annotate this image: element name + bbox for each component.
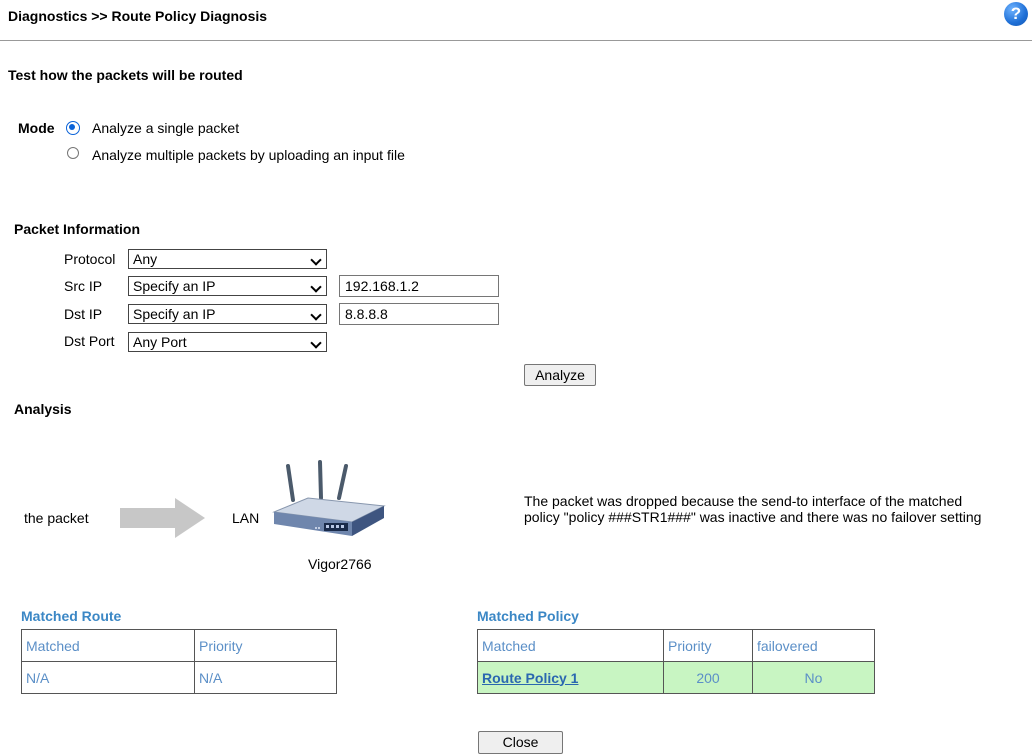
column-header-matched: Matched	[21, 629, 195, 662]
mode-label: Mode	[18, 120, 55, 136]
matched-route-table: Matched Priority N/A N/A	[21, 629, 337, 694]
chevron-down-icon	[310, 254, 322, 266]
chevron-down-icon	[310, 309, 322, 321]
radio-single-packet-label[interactable]: Analyze a single packet	[92, 120, 239, 136]
dst-ip-label: Dst IP	[64, 306, 103, 322]
radio-single-packet[interactable]	[66, 121, 80, 135]
analysis-message-line2: policy "policy ###STR1###" was inactive …	[524, 509, 982, 525]
matched-policy-title: Matched Policy	[477, 608, 579, 624]
table-header-row: Matched Priority	[21, 629, 337, 662]
lan-label: LAN	[232, 510, 260, 526]
protocol-select-value: Any	[133, 251, 158, 267]
src-ip-select[interactable]: Specify an IP	[128, 276, 327, 296]
column-header-priority: Priority	[194, 629, 337, 662]
column-header-priority: Priority	[663, 629, 753, 662]
close-button[interactable]: Close	[478, 731, 563, 754]
column-header-matched: Matched	[477, 629, 664, 662]
src-ip-select-value: Specify an IP	[133, 278, 216, 294]
analyze-button[interactable]: Analyze	[524, 364, 596, 386]
protocol-label: Protocol	[64, 251, 116, 267]
section-subtitle: Test how the packets will be routed	[8, 67, 243, 83]
table-row: N/A N/A	[21, 661, 337, 694]
cell-priority: 200	[663, 661, 753, 694]
dst-ip-select[interactable]: Specify an IP	[128, 304, 327, 324]
matched-policy-table: Matched Priority failovered Route Policy…	[477, 629, 875, 694]
protocol-select[interactable]: Any	[128, 249, 327, 269]
cell-matched-policy: Route Policy 1	[477, 661, 664, 694]
dst-port-select[interactable]: Any Port	[128, 332, 327, 352]
packet-label: the packet	[24, 510, 89, 526]
dst-ip-input[interactable]: 8.8.8.8	[339, 303, 499, 325]
chevron-down-icon	[310, 281, 322, 293]
table-header-row: Matched Priority failovered	[477, 629, 875, 662]
radio-multiple-packets-label[interactable]: Analyze multiple packets by uploading an…	[92, 147, 405, 163]
cell-matched: N/A	[21, 661, 195, 694]
analysis-message: The packet was dropped because the send-…	[524, 493, 981, 525]
dst-port-label: Dst Port	[64, 333, 115, 349]
radio-multiple-packets[interactable]	[67, 147, 79, 159]
cell-failovered: No	[752, 661, 875, 694]
packet-info-heading: Packet Information	[14, 221, 141, 237]
header-divider	[0, 40, 1032, 41]
cell-priority: N/A	[194, 661, 337, 694]
arrow-head-icon	[175, 498, 205, 538]
table-row: Route Policy 1 200 No	[477, 661, 875, 694]
src-ip-label: Src IP	[64, 278, 103, 294]
dst-ip-select-value: Specify an IP	[133, 306, 216, 322]
chevron-down-icon	[310, 337, 322, 349]
route-policy-link[interactable]: Route Policy 1	[482, 670, 578, 686]
dst-port-select-value: Any Port	[133, 334, 187, 350]
page-title: Diagnostics >> Route Policy Diagnosis	[8, 8, 268, 24]
column-header-failovered: failovered	[752, 629, 875, 662]
device-name: Vigor2766	[308, 556, 372, 572]
arrow-icon	[120, 508, 176, 528]
analysis-heading: Analysis	[14, 401, 72, 417]
src-ip-input[interactable]: 192.168.1.2	[339, 275, 499, 297]
router-icon	[272, 460, 386, 536]
help-icon[interactable]: ?	[1004, 2, 1028, 26]
analysis-message-line1: The packet was dropped because the send-…	[524, 493, 963, 509]
matched-route-title: Matched Route	[21, 608, 122, 624]
